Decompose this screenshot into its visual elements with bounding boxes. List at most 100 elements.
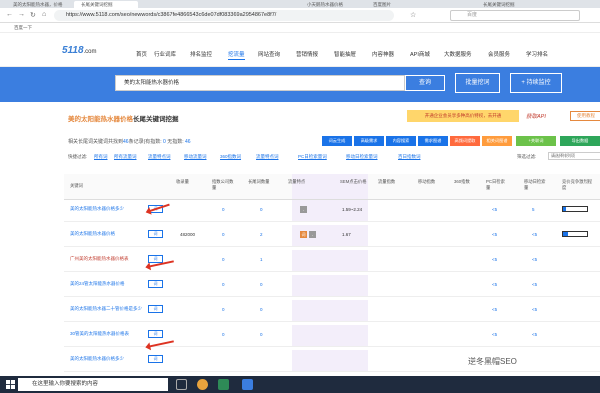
- browser-tab[interactable]: 百度图片: [366, 1, 430, 8]
- table-cell-pc[interactable]: <5: [492, 257, 497, 262]
- export-button[interactable]: 导出数据: [560, 136, 600, 146]
- browser-tab[interactable]: 美的太阳能热水器，价格: [6, 1, 70, 8]
- filter-link[interactable]: 移动日检索量词: [346, 154, 378, 160]
- column-header[interactable]: 关键词: [70, 183, 83, 189]
- nav-item[interactable]: 首页: [136, 50, 147, 58]
- column-header[interactable]: 长尾词数量: [248, 179, 270, 185]
- filter-link[interactable]: 百日指数词: [398, 154, 421, 160]
- column-header[interactable]: PC日检索量: [486, 179, 508, 190]
- nav-item[interactable]: 网站查询: [258, 50, 280, 58]
- table-cell-mobile[interactable]: <5: [532, 257, 537, 262]
- table-cell-companies[interactable]: 0: [222, 332, 225, 337]
- filter-link[interactable]: 移动流量词: [184, 154, 207, 160]
- column-header[interactable]: 移动日检索量: [524, 179, 548, 190]
- keyword-dropdown[interactable]: 词: [148, 255, 163, 263]
- table-cell-longtail[interactable]: 2: [260, 232, 263, 237]
- filter-link[interactable]: 流量特点词: [148, 154, 171, 160]
- keyword-link[interactable]: 美的太阳能热水器二十管价格是多少: [70, 306, 150, 312]
- action-button[interactable]: 高级需求: [354, 136, 384, 146]
- nav-item[interactable]: 内容神器: [372, 50, 394, 58]
- table-cell-pc[interactable]: <5: [492, 332, 497, 337]
- forward-icon[interactable]: →: [18, 11, 25, 18]
- keyword-input[interactable]: 美的太阳能热水器价格: [115, 75, 405, 91]
- browser-tab-active[interactable]: 长尾关键词挖掘: [74, 1, 138, 8]
- keyword-link[interactable]: 广州美的太阳能热水器价格表: [70, 256, 150, 262]
- bookmark-item[interactable]: 百度一下: [14, 25, 32, 30]
- column-header[interactable]: 流量特点: [288, 179, 306, 185]
- nav-item[interactable]: 学习排名: [526, 50, 548, 58]
- keyword-link[interactable]: 美的24管太阳能热水器价格: [70, 281, 150, 287]
- nav-item[interactable]: 会员服务: [488, 50, 510, 58]
- table-cell-pc[interactable]: <5: [492, 232, 497, 237]
- table-cell-companies[interactable]: 0: [222, 232, 225, 237]
- star-icon[interactable]: ☆: [410, 11, 416, 19]
- api-link[interactable]: 获取API: [526, 112, 546, 120]
- nav-item[interactable]: API商城: [410, 50, 430, 58]
- nav-item-active[interactable]: 挖流量: [228, 50, 245, 60]
- filter-link[interactable]: 流量特点词: [256, 154, 279, 160]
- nav-item[interactable]: 排名监控: [190, 50, 212, 58]
- keyword-link[interactable]: 美的太阳能热水器价格: [70, 231, 150, 237]
- table-cell-pc[interactable]: <5: [492, 282, 497, 287]
- column-header[interactable]: 竞价竞争激烈程度: [562, 179, 596, 190]
- filter-link[interactable]: PC日检索量词: [298, 154, 327, 160]
- app-icon[interactable]: [218, 379, 229, 390]
- table-cell-companies[interactable]: 0: [222, 307, 225, 312]
- column-header[interactable]: 指数公司数量: [212, 179, 234, 190]
- table-cell-mobile[interactable]: <5: [532, 232, 537, 237]
- table-cell-pc[interactable]: <5: [492, 207, 497, 212]
- keyword-dropdown[interactable]: 词: [148, 280, 163, 288]
- keyword-dropdown[interactable]: 词: [148, 330, 163, 338]
- promo-banner[interactable]: 开通企业会员享多种高价特权，去开通: [407, 110, 519, 122]
- action-button[interactable]: 词云生成: [322, 136, 352, 146]
- browser-tab[interactable]: 小天鹅热水器价格: [300, 1, 364, 8]
- monitor-button[interactable]: + 持续监控: [510, 73, 562, 93]
- sort-select[interactable]: 请选择排列项: [548, 152, 600, 160]
- nav-item[interactable]: 营销情报: [296, 50, 318, 58]
- filter-link[interactable]: 所有流量词: [114, 154, 137, 160]
- chrome-icon[interactable]: [197, 379, 208, 390]
- table-cell-mobile[interactable]: <5: [532, 282, 537, 287]
- table-cell-longtail[interactable]: 0: [260, 207, 263, 212]
- taskbar-search-input[interactable]: 在这里输入你要搜索的内容: [18, 378, 168, 391]
- table-cell-companies[interactable]: 0: [222, 282, 225, 287]
- site-logo[interactable]: 5118.com: [62, 45, 97, 56]
- browser-tab[interactable]: 长尾关键词挖掘: [476, 1, 540, 8]
- back-icon[interactable]: ←: [6, 11, 13, 18]
- column-header[interactable]: 移动指数: [418, 179, 438, 185]
- browser-search-input[interactable]: 百度: [450, 10, 580, 21]
- app-icon[interactable]: [242, 379, 253, 390]
- action-button[interactable]: 高频词提取: [450, 136, 480, 146]
- keyword-dropdown[interactable]: 词: [148, 305, 163, 313]
- keyword-link[interactable]: 美的太阳能热水器价格多少: [70, 356, 150, 362]
- action-button[interactable]: +关联词: [516, 136, 556, 146]
- column-header[interactable]: 360指数: [454, 179, 474, 185]
- column-header[interactable]: 收录量: [176, 179, 200, 185]
- column-header[interactable]: SEM点击价格: [340, 179, 368, 185]
- table-cell-longtail[interactable]: 1: [260, 257, 263, 262]
- column-header[interactable]: 流量指数: [378, 179, 398, 185]
- url-field[interactable]: https://www.5118.com/seo/newwords/c3867f…: [54, 10, 394, 21]
- table-cell-pc[interactable]: <5: [492, 307, 497, 312]
- keyword-dropdown[interactable]: 词: [148, 355, 163, 363]
- windows-icon[interactable]: [6, 380, 15, 389]
- table-cell-longtail[interactable]: 0: [260, 307, 263, 312]
- action-button[interactable]: 需求图谱: [418, 136, 448, 146]
- action-button[interactable]: 内容搜索: [386, 136, 416, 146]
- nav-item[interactable]: 智能抽屉: [334, 50, 356, 58]
- table-cell-mobile[interactable]: <5: [532, 307, 537, 312]
- keyword-dropdown[interactable]: 词: [148, 230, 163, 238]
- table-cell-mobile[interactable]: 5: [532, 207, 535, 212]
- nav-item[interactable]: 行业词库: [154, 50, 176, 58]
- filter-link[interactable]: 360指数词: [220, 154, 241, 160]
- keyword-link[interactable]: 30管美的太阳能热水器价格表: [70, 331, 150, 337]
- action-button[interactable]: 相关词图谱: [482, 136, 512, 146]
- home-icon[interactable]: ⌂: [42, 11, 46, 18]
- task-view-icon[interactable]: [176, 379, 187, 390]
- table-cell-companies[interactable]: 0: [222, 207, 225, 212]
- filter-link[interactable]: 所有词: [94, 154, 108, 160]
- help-button[interactable]: 使用教程: [570, 111, 600, 121]
- table-cell-companies[interactable]: 0: [222, 257, 225, 262]
- table-cell-longtail[interactable]: 0: [260, 282, 263, 287]
- table-cell-mobile[interactable]: <5: [532, 332, 537, 337]
